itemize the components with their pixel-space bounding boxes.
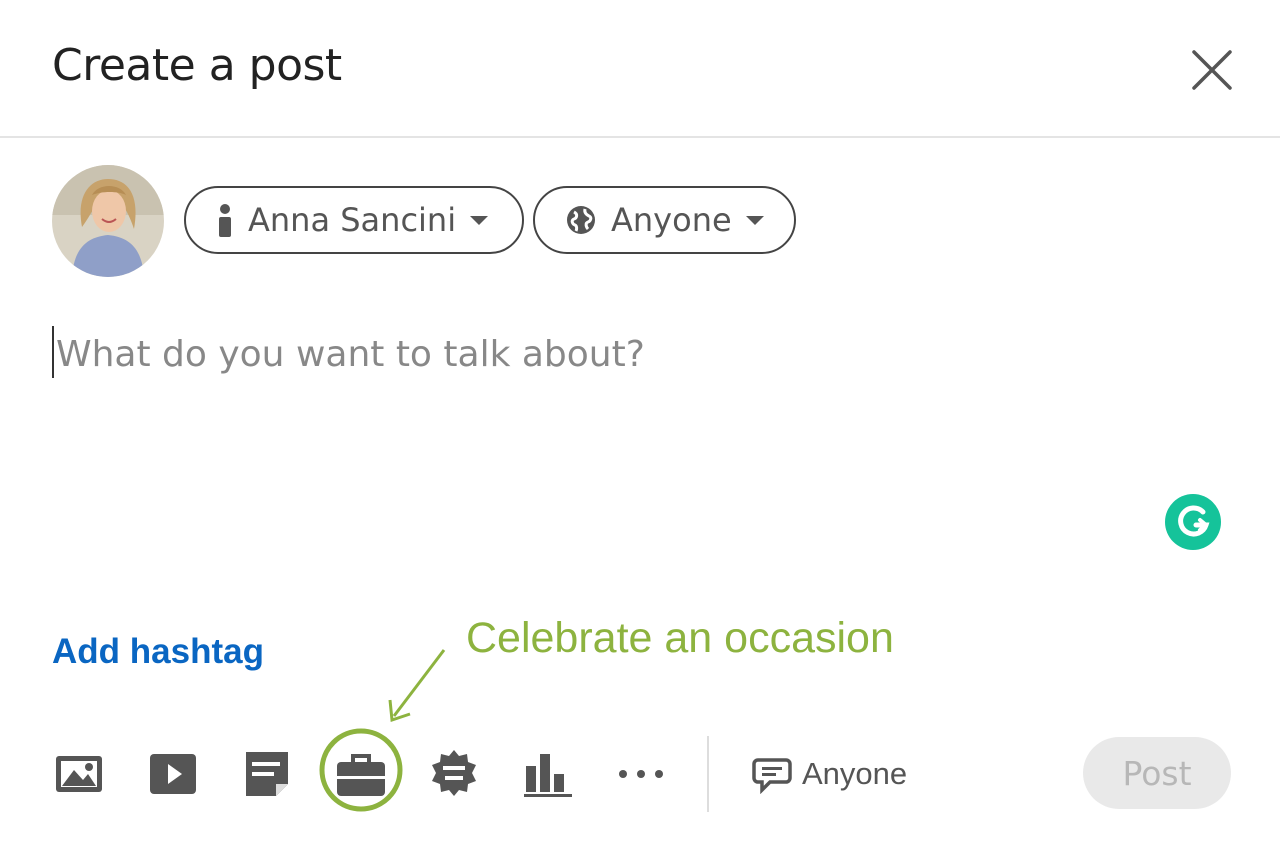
globe-icon bbox=[567, 206, 595, 234]
briefcase-icon[interactable] bbox=[333, 746, 389, 802]
editor-placeholder: What do you want to talk about? bbox=[56, 334, 645, 375]
poll-icon[interactable] bbox=[520, 746, 576, 802]
dialog-header: Create a post bbox=[0, 0, 1280, 138]
annotation-label: Celebrate an occasion bbox=[466, 614, 894, 662]
comment-icon bbox=[752, 758, 792, 794]
visibility-label: Anyone bbox=[611, 201, 732, 239]
author-selector[interactable]: Anna Sancini bbox=[184, 186, 524, 254]
visibility-selector[interactable]: Anyone bbox=[533, 186, 796, 254]
video-icon[interactable] bbox=[146, 746, 202, 802]
post-button[interactable]: Post bbox=[1083, 737, 1231, 809]
dialog-title: Create a post bbox=[52, 40, 342, 91]
avatar bbox=[52, 165, 164, 277]
annotation-arrow bbox=[388, 649, 446, 723]
grammarly-icon[interactable] bbox=[1165, 494, 1221, 550]
add-hashtag-link[interactable]: Add hashtag bbox=[52, 632, 264, 672]
chevron-down-icon bbox=[470, 215, 489, 225]
more-icon[interactable] bbox=[613, 746, 669, 802]
badge-icon[interactable] bbox=[426, 746, 482, 802]
photo-icon[interactable] bbox=[52, 746, 108, 802]
comment-control-label: Anyone bbox=[802, 756, 908, 791]
post-editor[interactable]: What do you want to talk about? bbox=[52, 326, 1182, 570]
toolbar-divider bbox=[707, 736, 709, 812]
text-cursor bbox=[52, 326, 54, 378]
close-icon[interactable] bbox=[1186, 44, 1238, 96]
author-name: Anna Sancini bbox=[248, 201, 457, 239]
chevron-down-icon bbox=[745, 215, 764, 225]
comment-control[interactable]: Anyone bbox=[752, 752, 907, 796]
person-icon bbox=[219, 204, 231, 237]
document-icon[interactable] bbox=[240, 746, 296, 802]
